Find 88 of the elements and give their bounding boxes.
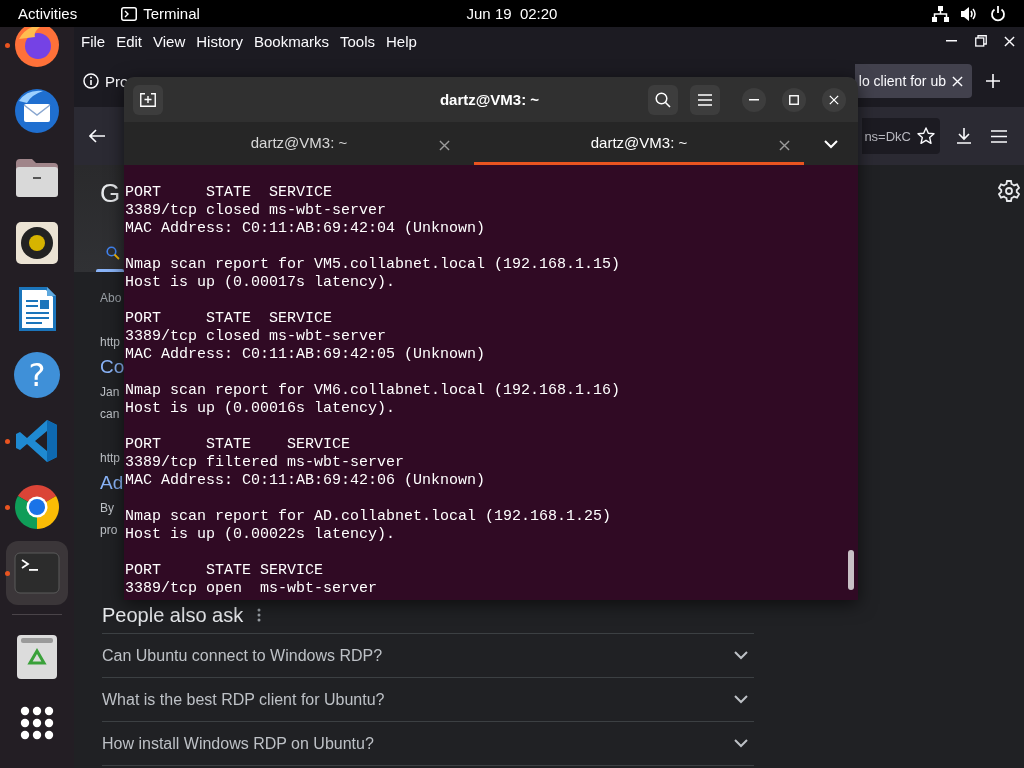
terminal-line: PORT STATE SERVICE <box>125 562 325 580</box>
terminal-line: PORT STATE SERVICE <box>125 310 334 328</box>
app-grid-icon <box>20 706 54 740</box>
close-icon <box>952 75 963 87</box>
terminal-line: PORT STATE SERVICE <box>125 436 352 454</box>
question-row[interactable]: What is the best RDP client for Ubuntu? <box>102 678 754 722</box>
app-menu-button[interactable]: Terminal <box>121 5 200 22</box>
browser-icon <box>13 27 61 69</box>
new-tab-button[interactable] <box>133 84 163 115</box>
window-title: dartz@VM3: ~ <box>439 91 540 108</box>
terminal-icon <box>121 6 138 21</box>
terminal-line: MAC Address: C0:11:AB:69:42:04 (Unknown) <box>125 220 487 238</box>
terminal-line: Host is up (0.00017s latency). <box>125 274 397 292</box>
terminal-line: Nmap scan report for AD.collabnet.local (192.168.1.25) <box>125 508 613 526</box>
menu-icon <box>991 129 1007 143</box>
question-row[interactable]: How install Windows RDP on Ubuntu? <box>102 722 754 766</box>
result-snippet: By <box>100 500 115 517</box>
star-icon[interactable] <box>917 127 935 145</box>
envelope-icon <box>13 87 61 135</box>
search-button[interactable] <box>648 84 678 115</box>
help-icon: ? <box>14 352 60 398</box>
menu-item[interactable]: View <box>153 32 186 50</box>
menu-item[interactable]: Bookmarks <box>253 32 329 50</box>
activities-button[interactable]: Activities <box>18 5 78 22</box>
info-icon <box>83 73 99 89</box>
close-icon <box>779 140 790 151</box>
search-icon <box>655 91 671 108</box>
result-snippet: Jan <box>100 384 121 401</box>
question-text: How install Windows RDP on Ubuntu? <box>102 734 374 753</box>
minimize-icon <box>749 98 759 101</box>
maximize-button[interactable] <box>782 87 806 112</box>
menu-icon <box>698 93 712 106</box>
search-icon[interactable] <box>106 246 120 260</box>
result-url[interactable]: http <box>100 331 124 353</box>
menu-item[interactable]: File <box>81 32 106 50</box>
terminal-line: Host is up (0.00016s latency). <box>125 400 397 418</box>
result-title-link[interactable]: Ad <box>100 469 124 497</box>
result-snippet: can <box>100 406 121 423</box>
close-button[interactable] <box>822 87 846 112</box>
terminal-line: 3389/tcp filtered ms-wbt-server <box>125 454 406 472</box>
terminal-line: Nmap scan report for VM6.collabnet.local (192.168.1.16) <box>125 382 622 400</box>
restore-icon <box>974 35 987 47</box>
close-icon <box>829 94 839 105</box>
menu-item[interactable]: Edit <box>116 32 143 50</box>
address-field[interactable]: ns=DkC <box>862 118 940 154</box>
power-icon[interactable] <box>990 5 1006 22</box>
result-title-link[interactable]: Co <box>100 353 124 381</box>
terminal-line: 3389/tcp open ms-wbt-server <box>125 580 379 598</box>
terminal-line: Nmap scan report for VM5.collabnet.local (192.168.1.15) <box>125 256 622 274</box>
menu-item[interactable]: Help <box>386 32 417 50</box>
terminal-line: PORT STATE SERVICE <box>125 184 334 202</box>
terminal-line: MAC Address: C0:11:AB:69:42:06 (Unknown) <box>125 472 487 490</box>
terminal-line: 3389/tcp closed ms-wbt-server <box>125 328 388 346</box>
close-icon <box>439 140 450 151</box>
question-text: Can Ubuntu connect to Windows RDP? <box>102 646 383 665</box>
new-tab-icon <box>140 92 156 107</box>
plus-icon <box>986 74 1000 88</box>
browser-icon <box>13 483 61 531</box>
question-row[interactable]: Can Ubuntu connect to Windows RDP? <box>102 634 754 678</box>
network-icon[interactable] <box>932 5 949 22</box>
more-icon[interactable] <box>257 608 262 622</box>
minimize-icon <box>946 40 957 42</box>
download-icon <box>956 128 972 144</box>
maximize-icon <box>789 94 799 105</box>
section-heading: People also ask <box>102 603 244 627</box>
scrollbar-thumb[interactable] <box>848 550 854 590</box>
terminal-tab[interactable]: dartz@VM3: ~ <box>124 122 474 165</box>
clock-button[interactable]: Jun 19 02:20 <box>466 5 558 22</box>
minimize-button[interactable] <box>742 87 766 112</box>
volume-icon[interactable] <box>961 5 978 22</box>
result-snippet: pro <box>100 522 119 539</box>
result-url[interactable]: http <box>100 447 124 469</box>
terminal-line: 3389/tcp closed ms-wbt-server <box>125 202 388 220</box>
menu-item[interactable]: Tools <box>340 32 375 50</box>
menu-item[interactable]: History <box>196 32 243 50</box>
back-icon <box>89 129 105 143</box>
menu-button[interactable] <box>690 84 720 115</box>
browser-tab[interactable]: lo client for ub <box>854 64 972 98</box>
result-stats-text: Abo <box>100 290 123 307</box>
speaker-icon <box>13 219 61 267</box>
terminal-line: MAC Address: C0:11:AB:69:42:05 (Unknown) <box>125 346 487 364</box>
close-icon <box>1004 35 1015 47</box>
logo-text: G <box>100 178 122 208</box>
terminal-icon <box>13 549 61 597</box>
question-text: What is the best RDP client for Ubuntu? <box>102 690 385 709</box>
terminal-line: Host is up (0.00022s latency). <box>125 526 397 544</box>
settings-icon[interactable] <box>998 180 1020 202</box>
chevron-down-icon <box>824 139 838 149</box>
